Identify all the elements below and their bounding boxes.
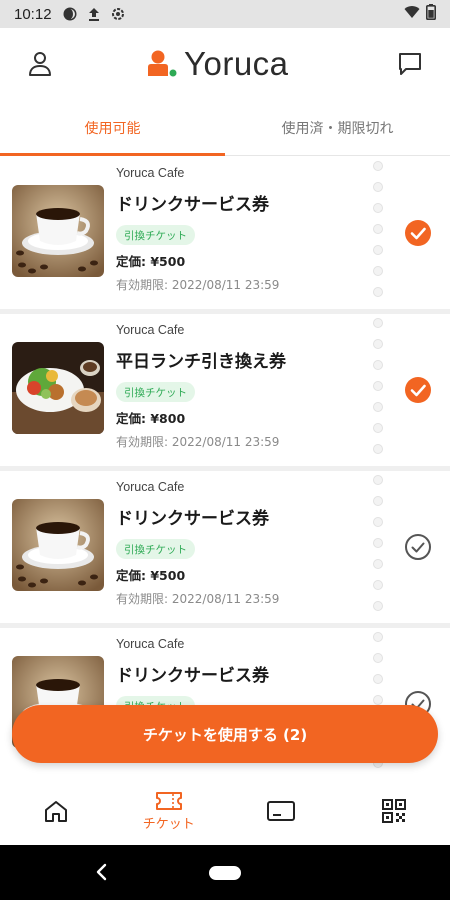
moon-icon <box>62 6 78 22</box>
ticket-expiry: 有効期限: 2022/08/11 23:59 <box>116 278 280 292</box>
ticket-title: ドリンクサービス券 <box>116 195 269 215</box>
tab-available[interactable]: 使用可能 <box>0 100 225 156</box>
settings-icon <box>110 6 126 22</box>
ticket-type-badge: 引換チケット <box>116 225 195 245</box>
back-icon[interactable] <box>92 861 112 883</box>
ticket-title: ドリンクサービス券 <box>116 666 269 686</box>
shop-name: Yoruca Cafe <box>116 323 185 337</box>
card-icon <box>267 801 296 821</box>
ticket-price: 定価: ¥500 <box>116 568 186 583</box>
shop-name: Yoruca Cafe <box>116 480 185 494</box>
use-ticket-button[interactable]: チケットを使用する (2) <box>12 705 438 763</box>
coffee-image <box>12 185 104 277</box>
shop-name: Yoruca Cafe <box>116 637 185 651</box>
ticket-expiry: 有効期限: 2022/08/11 23:59 <box>116 592 280 606</box>
user-icon <box>29 52 51 76</box>
ticket-card[interactable]: Yoruca Cafe ドリンクサービス券 引換チケット 定価: ¥500 有効… <box>0 471 450 623</box>
app-logo: Yoruca <box>146 44 289 84</box>
lunch-image <box>12 342 104 434</box>
qr-code-icon <box>381 799 406 823</box>
ticket-perforation <box>373 314 383 466</box>
battery-icon <box>426 4 436 24</box>
nav-qr[interactable] <box>338 777 450 845</box>
logo-text: Yoruca <box>184 45 289 82</box>
ticket-price: 定価: ¥800 <box>116 411 186 426</box>
check-unselected-icon[interactable] <box>404 533 432 561</box>
ticket-perforation <box>373 157 383 309</box>
tab-used-expired[interactable]: 使用済・期限切れ <box>225 100 450 155</box>
upload-icon <box>86 6 102 22</box>
check-selected-icon[interactable] <box>404 219 432 247</box>
ticket-card[interactable]: Yoruca Cafe ドリンクサービス券 引換チケット 定価: ¥500 有効… <box>0 157 450 309</box>
home-icon <box>45 801 68 822</box>
ticket-list[interactable]: Yoruca Cafe ドリンクサービス券 引換チケット 定価: ¥500 有効… <box>0 157 450 777</box>
wifi-icon <box>404 5 420 23</box>
ticket-type-badge: 引換チケット <box>116 382 195 402</box>
status-bar: 10:12 <box>0 0 450 28</box>
ticket-icon <box>155 791 182 810</box>
nav-ticket-label: チケット <box>142 816 195 832</box>
chat-icon <box>399 53 421 75</box>
logo-mark-icon <box>148 50 177 77</box>
nav-card[interactable] <box>225 777 338 845</box>
ticket-card[interactable]: Yoruca Cafe 平日ランチ引き換え券 引換チケット 定価: ¥800 有… <box>0 314 450 466</box>
chat-button[interactable] <box>394 48 426 80</box>
ticket-price: 定価: ¥500 <box>116 254 186 269</box>
nav-ticket[interactable]: チケット <box>113 777 226 845</box>
ticket-title: ドリンクサービス券 <box>116 509 269 529</box>
bottom-nav: チケット <box>0 777 450 845</box>
ticket-expiry: 有効期限: 2022/08/11 23:59 <box>116 435 280 449</box>
profile-button[interactable] <box>24 48 56 80</box>
system-nav-bar <box>0 845 450 900</box>
home-pill[interactable] <box>209 866 241 880</box>
check-selected-icon[interactable] <box>404 376 432 404</box>
shop-name: Yoruca Cafe <box>116 166 185 180</box>
coffee-image <box>12 499 104 591</box>
ticket-type-badge: 引換チケット <box>116 539 195 559</box>
ticket-perforation <box>373 471 383 623</box>
ticket-tabs: 使用可能 使用済・期限切れ <box>0 100 450 156</box>
app-header: Yoruca <box>0 28 450 100</box>
status-time: 10:12 <box>14 5 52 23</box>
ticket-title: 平日ランチ引き換え券 <box>116 352 286 372</box>
nav-home[interactable] <box>0 777 113 845</box>
